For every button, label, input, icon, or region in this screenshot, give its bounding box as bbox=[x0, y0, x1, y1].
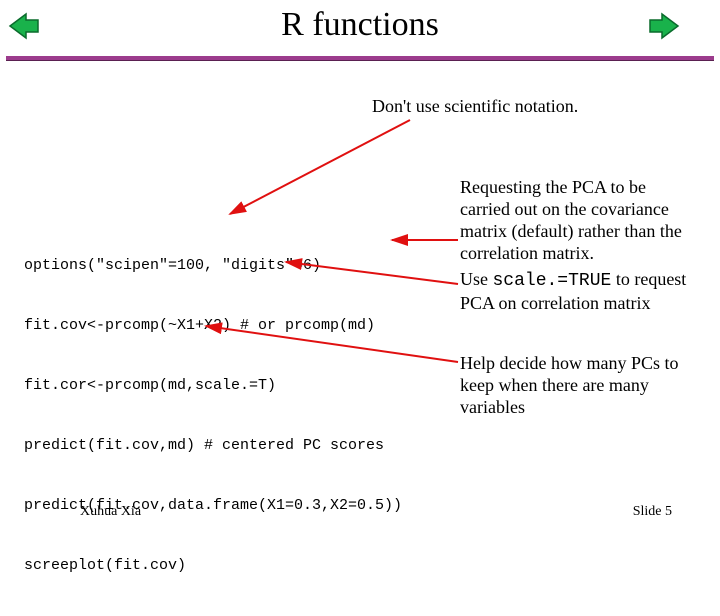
slide: R functions Don't use scientific notatio… bbox=[0, 0, 720, 540]
arrow-cov-icon bbox=[386, 230, 466, 250]
arrow-cor-icon bbox=[280, 256, 470, 296]
code-line-6: screeplot(fit.cov) bbox=[24, 556, 402, 576]
right-notes: Requesting the PCA to be carried out on … bbox=[460, 176, 700, 314]
note-pca-cov: Requesting the PCA to be carried out on … bbox=[460, 176, 700, 264]
slide-title: R functions bbox=[0, 6, 720, 44]
note-scipen: Don't use scientific notation. bbox=[372, 96, 578, 117]
note-help: Help decide how many PCs to keep when th… bbox=[460, 352, 700, 418]
footer-slide-number: Slide 5 bbox=[633, 504, 672, 520]
arrow-scipen-icon bbox=[210, 116, 430, 226]
code-line-4: predict(fit.cov,md) # centered PC scores bbox=[24, 436, 402, 456]
footer-author: Xuhua Xia bbox=[80, 504, 141, 520]
arrow-help-icon bbox=[200, 320, 470, 380]
title-divider bbox=[6, 56, 714, 62]
note-pca-cor: Use scale.=TRUE to request PCA on correl… bbox=[460, 268, 700, 314]
note-pca-cor-code: scale.=TRUE bbox=[493, 271, 612, 291]
